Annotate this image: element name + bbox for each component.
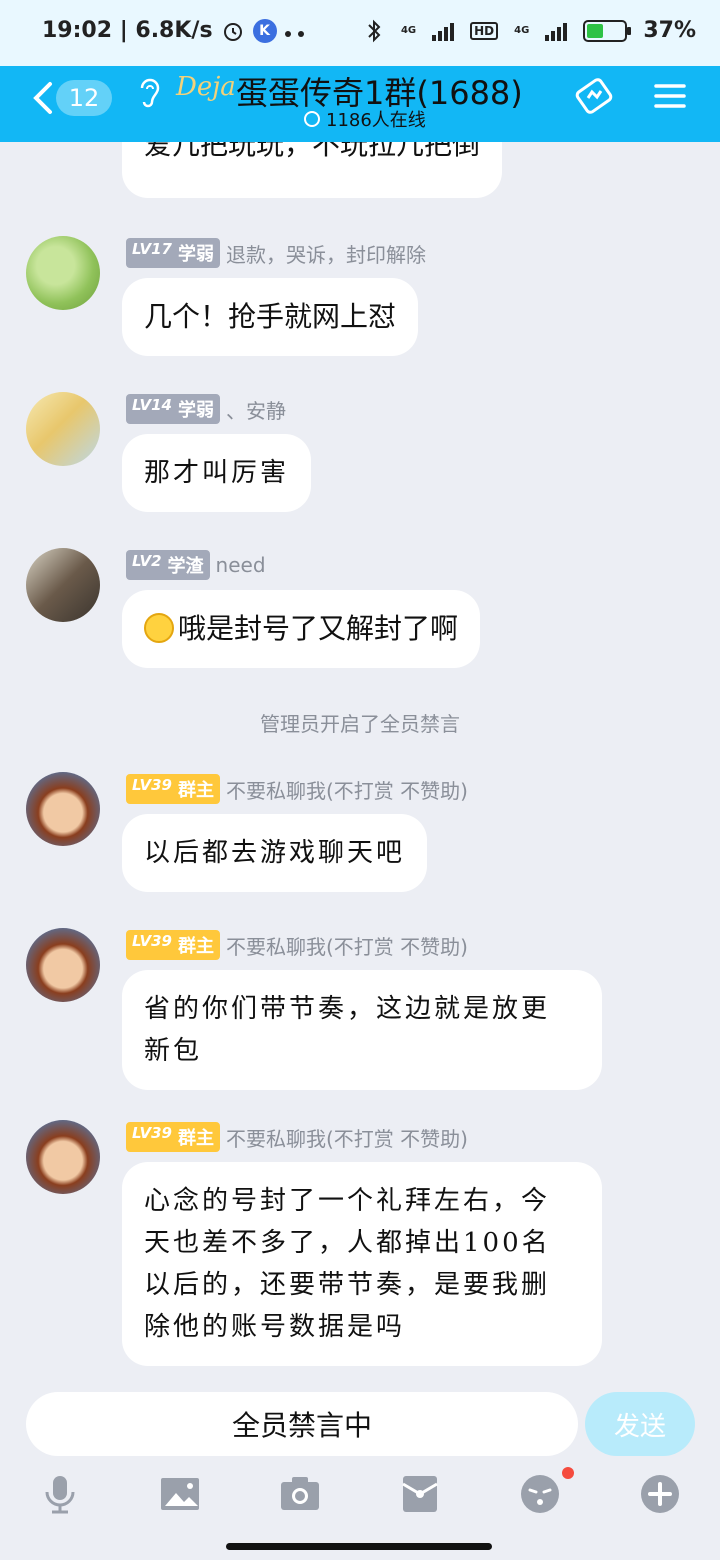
sender-meta: LV17 学弱 退款，哭诉，封印解除 bbox=[126, 238, 426, 268]
hd-badge: HD bbox=[470, 21, 499, 40]
avatar[interactable] bbox=[26, 772, 100, 846]
message-bubble[interactable]: 省的你们带节奏，这边就是放更 新包 bbox=[122, 970, 602, 1090]
message-text-line: 心念的号封了一个礼拜左右，今 bbox=[144, 1186, 551, 1216]
sender-meta: LV39 群主 不要私聊我(不打赏 不赞助) bbox=[126, 1122, 468, 1152]
microphone-icon bbox=[45, 1476, 75, 1514]
sender-name[interactable]: 不要私聊我(不打赏 不赞助) bbox=[226, 1123, 468, 1152]
online-count: 1186人在线 bbox=[326, 110, 426, 131]
network-4g-b: 4G bbox=[514, 24, 530, 36]
message-text-line: 除他的账号数据是吗 bbox=[144, 1312, 406, 1342]
signal-icon-b bbox=[545, 21, 568, 41]
message-text-line: 省的你们带节奏，这边就是放更 bbox=[144, 994, 551, 1024]
battery-icon bbox=[583, 19, 632, 42]
input-toolbar bbox=[0, 1462, 720, 1528]
message-bubble[interactable]: 以后都去游戏聊天吧 bbox=[122, 814, 428, 892]
owner-badge: LV39 群主 bbox=[126, 930, 220, 960]
k-app-icon: K bbox=[252, 18, 277, 43]
emoji-icon bbox=[521, 1475, 559, 1513]
system-notice: 管理员开启了全员禁言 bbox=[260, 712, 460, 736]
camera-icon bbox=[281, 1477, 319, 1510]
message-text: 爱几把玩玩，不玩拉几把倒 bbox=[144, 142, 481, 161]
chevron-left-icon bbox=[33, 82, 52, 114]
message-text: 那才叫厉害 bbox=[144, 458, 290, 488]
owner-badge: LV39 群主 bbox=[126, 774, 220, 804]
avatar[interactable] bbox=[26, 548, 100, 622]
red-packet-button[interactable] bbox=[398, 1472, 442, 1516]
unread-count-badge[interactable]: 12 bbox=[56, 80, 112, 116]
level-badge: LV17 学弱 bbox=[126, 238, 220, 268]
menu-icon[interactable] bbox=[650, 76, 690, 116]
more-button[interactable] bbox=[638, 1472, 682, 1516]
chat-header: 12 Deja 蛋蛋传奇1群(1688) 1186人在线 bbox=[0, 66, 720, 142]
alarm-icon bbox=[223, 22, 242, 41]
online-icon bbox=[304, 111, 320, 127]
owner-badge: LV39 群主 bbox=[126, 1122, 220, 1152]
message-bubble[interactable]: 几个！抢手就网上怼 bbox=[122, 278, 419, 356]
input-bar: 全员禁言中 发送 bbox=[0, 1390, 720, 1460]
avatar[interactable] bbox=[26, 928, 100, 1002]
message-text: 几个！抢手就网上怼 bbox=[144, 300, 397, 333]
sender-meta: LV2 学渣 need bbox=[126, 550, 266, 580]
smile-emoji-icon bbox=[144, 613, 174, 643]
avatar[interactable] bbox=[26, 392, 100, 466]
deja-logo: Deja bbox=[176, 72, 236, 102]
message-bubble[interactable]: 爱几把玩玩，不玩拉几把倒 bbox=[122, 142, 503, 198]
message-text-line: 天也差不多了，人都掉出100名 bbox=[144, 1228, 551, 1258]
sender-name[interactable]: 不要私聊我(不打赏 不赞助) bbox=[226, 931, 468, 960]
sender-meta: LV39 群主 不要私聊我(不打赏 不赞助) bbox=[126, 774, 468, 804]
ticket-icon[interactable] bbox=[574, 76, 614, 116]
time-speed: 19:02 | 6.8K/s bbox=[42, 18, 213, 43]
message-text-line: 以后的，还要带节奏，是要我删 bbox=[144, 1270, 551, 1300]
signal-icon-a bbox=[432, 21, 455, 41]
red-packet-icon bbox=[402, 1476, 438, 1512]
back-button[interactable] bbox=[28, 78, 58, 118]
battery-percent: 37% bbox=[643, 18, 696, 43]
level-badge: LV2 学渣 bbox=[126, 550, 210, 580]
notification-dot bbox=[562, 1467, 574, 1479]
message-bubble[interactable]: 那才叫厉害 bbox=[122, 434, 312, 512]
chat-list[interactable]: 爱几把玩玩，不玩拉几把倒 LV17 学弱 退款，哭诉，封印解除 几个！抢手就网上怼… bbox=[0, 142, 720, 1390]
sender-name[interactable]: 退款，哭诉，封印解除 bbox=[226, 239, 426, 268]
network-4g-a: 4G bbox=[400, 24, 417, 36]
ear-icon[interactable] bbox=[138, 74, 162, 110]
online-status: 1186人在线 bbox=[304, 106, 426, 132]
home-indicator[interactable] bbox=[226, 1543, 492, 1550]
message-text: 哦是封号了又解封了啊 bbox=[178, 612, 459, 645]
level-badge: LV14 学弱 bbox=[126, 394, 220, 424]
send-button[interactable]: 发送 bbox=[585, 1392, 695, 1456]
sender-name[interactable]: need bbox=[216, 553, 266, 577]
bluetooth-icon bbox=[368, 19, 381, 42]
plus-icon bbox=[641, 1475, 679, 1513]
avatar[interactable] bbox=[26, 236, 100, 310]
sender-name[interactable]: 不要私聊我(不打赏 不赞助) bbox=[226, 775, 468, 804]
message-bubble[interactable]: 心念的号封了一个礼拜左右，今 天也差不多了，人都掉出100名 以后的，还要带节奏… bbox=[122, 1162, 602, 1366]
message-bubble[interactable]: 哦是封号了又解封了啊 bbox=[122, 590, 481, 668]
voice-button[interactable] bbox=[38, 1472, 82, 1516]
sender-meta: LV14 学弱 、安静 bbox=[126, 394, 286, 424]
avatar[interactable] bbox=[26, 1120, 100, 1194]
sender-meta: LV39 群主 不要私聊我(不打赏 不赞助) bbox=[126, 930, 468, 960]
sender-name[interactable]: 、安静 bbox=[226, 395, 286, 424]
emoji-button[interactable] bbox=[518, 1472, 562, 1516]
status-bar: 19:02 | 6.8K/s K 4G HD 4G 37% bbox=[0, 0, 720, 66]
more-notifications-icon bbox=[284, 18, 305, 43]
muted-input[interactable]: 全员禁言中 bbox=[26, 1392, 578, 1456]
message-text-line: 新包 bbox=[144, 1036, 203, 1066]
image-button[interactable] bbox=[158, 1472, 202, 1516]
image-icon bbox=[161, 1478, 199, 1510]
message-text: 以后都去游戏聊天吧 bbox=[144, 838, 406, 868]
camera-button[interactable] bbox=[278, 1472, 322, 1516]
